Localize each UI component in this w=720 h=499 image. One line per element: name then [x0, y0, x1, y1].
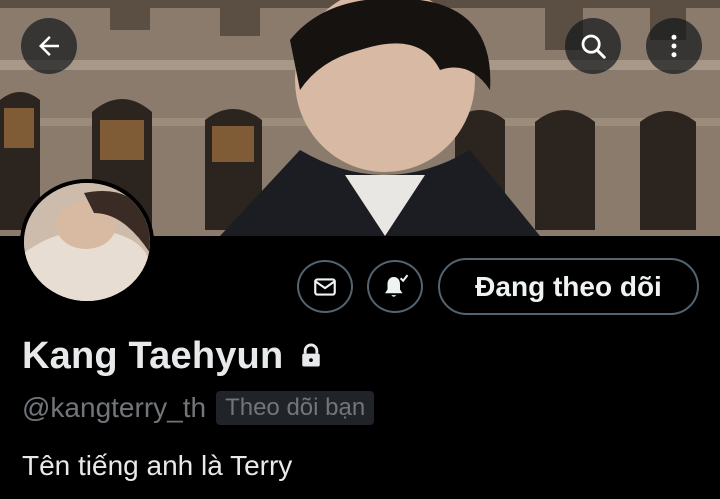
notifications-button[interactable]: [367, 260, 423, 313]
lock-icon: [297, 342, 325, 370]
arrow-left-icon: [39, 36, 59, 56]
mail-icon: [314, 277, 336, 296]
search-icon: [581, 34, 606, 59]
follows-you-badge: Theo dõi bạn: [216, 391, 375, 425]
message-button[interactable]: [297, 260, 353, 313]
name-row: Kang Taehyun: [22, 333, 325, 379]
profile-bio: Tên tiếng anh là Terry: [22, 450, 293, 481]
username-handle: @kangterry_th: [22, 392, 207, 423]
bell-subscribed-icon: [385, 274, 409, 297]
more-vertical-icon: [671, 34, 677, 58]
profile-avatar[interactable]: [20, 179, 154, 305]
handle-row: @kangterry_th Theo dõi bạn: [22, 388, 375, 428]
back-button[interactable]: [21, 18, 77, 74]
following-button[interactable]: Đang theo dõi: [438, 258, 699, 315]
display-name: Kang Taehyun: [22, 334, 284, 377]
avatar-photo: [24, 183, 150, 301]
more-options-button[interactable]: [646, 18, 702, 74]
search-button[interactable]: [565, 18, 621, 74]
